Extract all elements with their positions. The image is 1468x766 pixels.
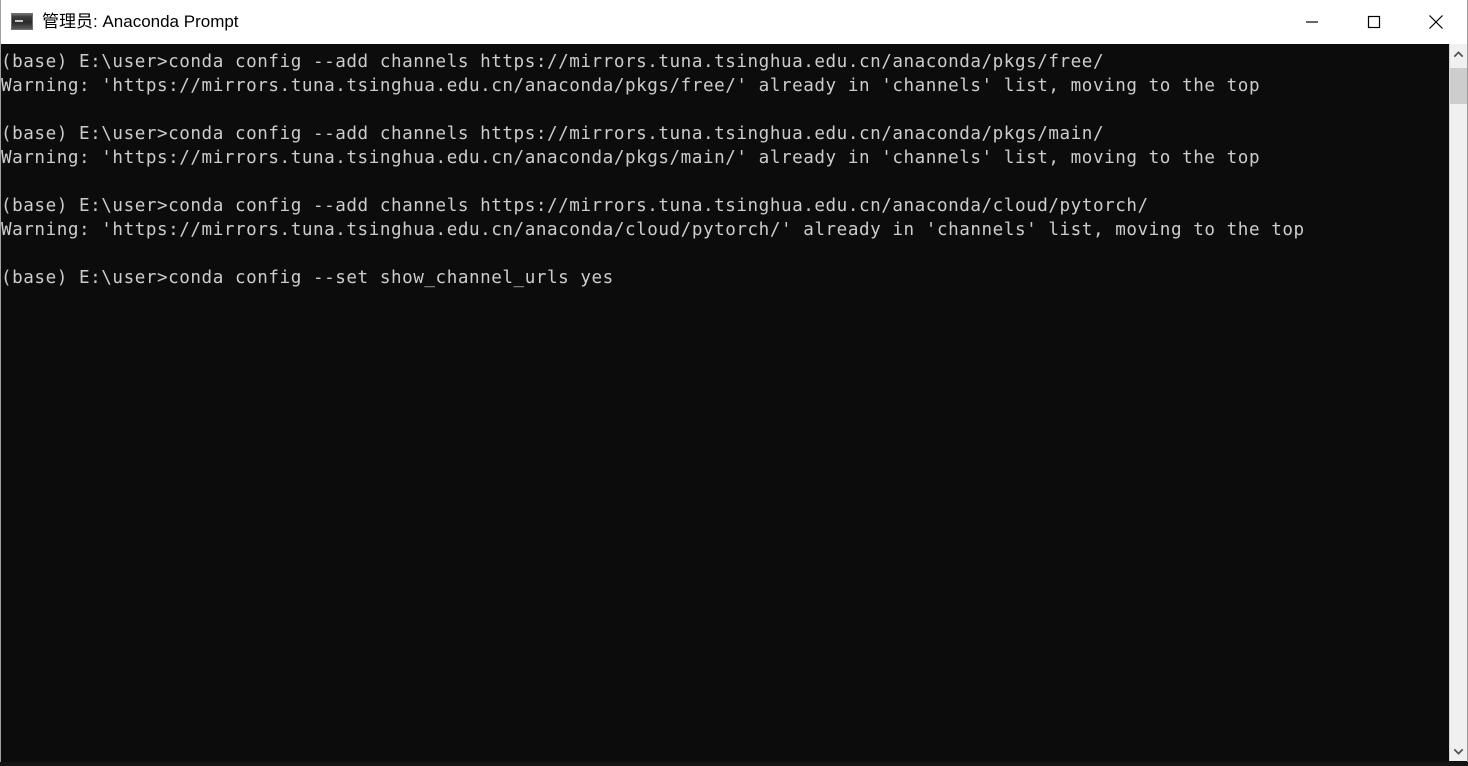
maximize-button[interactable] — [1343, 0, 1405, 44]
scrollbar-down-button[interactable] — [1450, 741, 1467, 761]
scrollbar-up-button[interactable] — [1450, 44, 1467, 64]
title-bar[interactable]: 管理员: Anaconda Prompt — [1, 0, 1467, 44]
anaconda-prompt-window: 管理员: Anaconda Prompt (base) E:\user>cond… — [0, 0, 1468, 762]
chevron-up-icon — [1453, 50, 1464, 57]
terminal-scrollbar[interactable] — [1449, 44, 1467, 761]
minimize-icon — [1306, 21, 1318, 23]
window-controls — [1281, 0, 1467, 44]
terminal-text: (base) E:\user>conda config --add channe… — [1, 52, 1305, 288]
close-button[interactable] — [1405, 0, 1467, 44]
close-icon — [1429, 15, 1443, 29]
console-icon — [11, 13, 33, 30]
scrollbar-thumb[interactable] — [1450, 68, 1467, 104]
chevron-down-icon — [1453, 748, 1464, 755]
maximize-icon — [1367, 15, 1381, 29]
desktop-background: S 管理员: Anaconda Prompt — [0, 0, 1468, 766]
minimize-button[interactable] — [1281, 0, 1343, 44]
window-title: 管理员: Anaconda Prompt — [42, 11, 239, 31]
taskbar-sliver — [0, 762, 1468, 766]
terminal-output-area[interactable]: (base) E:\user>conda config --add channe… — [1, 44, 1467, 761]
